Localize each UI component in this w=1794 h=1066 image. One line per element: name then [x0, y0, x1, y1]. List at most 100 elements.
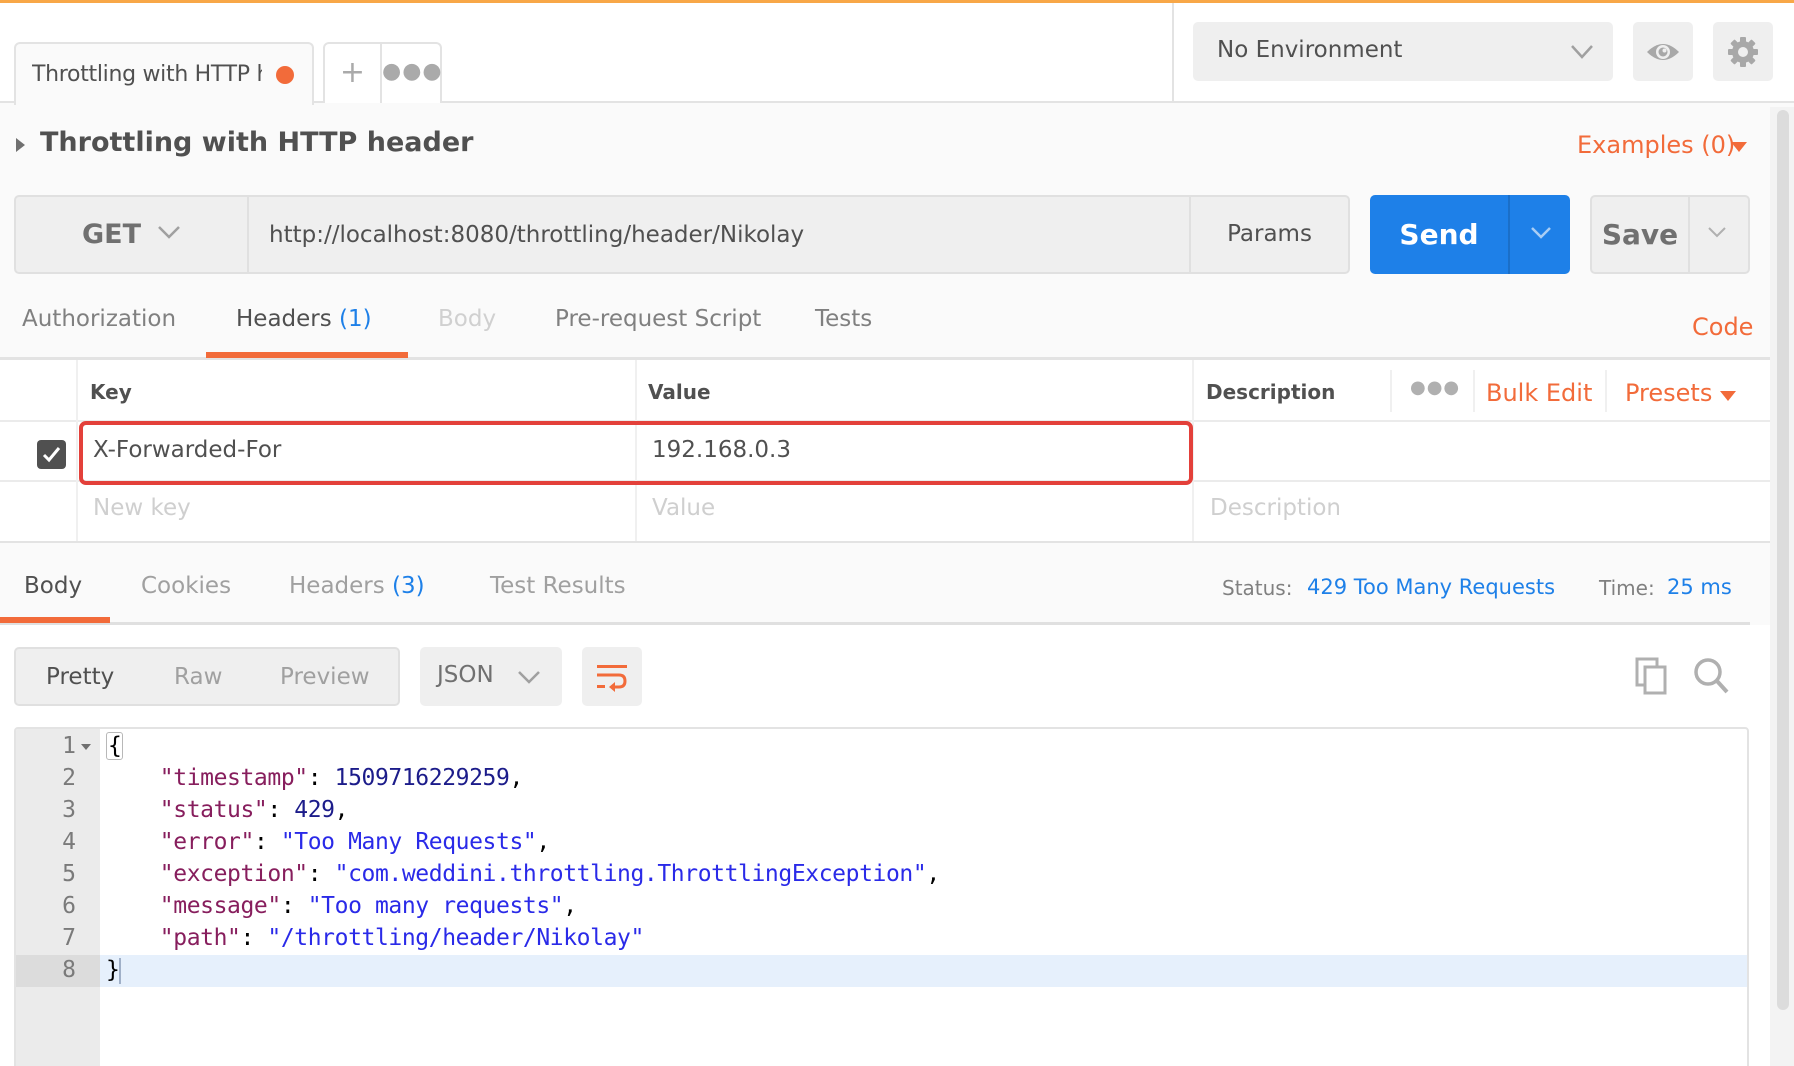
collapse-caret-icon[interactable] — [16, 138, 25, 152]
code-token-key: "timestamp" — [159, 765, 308, 791]
gear-icon — [1728, 37, 1758, 67]
method-select[interactable]: GET — [16, 197, 249, 272]
presets-dropdown[interactable]: Presets — [1625, 379, 1712, 407]
generate-code-link[interactable]: Code — [1692, 313, 1753, 341]
code-token-punct: : — [267, 797, 295, 823]
code-text: "message": "Too many requests", — [106, 893, 577, 919]
column-header-description: Description — [1206, 380, 1336, 404]
column-divider — [1390, 370, 1392, 412]
copy-icon[interactable] — [1634, 656, 1670, 696]
code-line[interactable]: 8} — [16, 955, 1747, 987]
environment-select[interactable]: No Environment — [1193, 22, 1613, 81]
code-line[interactable]: 6 "message": "Too many requests", — [16, 891, 1747, 923]
text-cursor — [119, 957, 122, 984]
time-value[interactable]: 25 ms — [1667, 575, 1732, 599]
line-number: 4 — [62, 829, 76, 855]
code-line[interactable]: 5 "exception": "com.weddini.throttling.T… — [16, 859, 1747, 891]
view-mode-pretty[interactable]: Pretty — [46, 664, 114, 690]
code-token-punct: : — [253, 829, 281, 855]
line-number: 7 — [62, 925, 76, 951]
tab-headers-count: (1) — [339, 306, 372, 332]
new-description-input[interactable]: Description — [1210, 495, 1341, 521]
chevron-down-icon — [518, 671, 540, 684]
code-line[interactable]: 1{ — [16, 731, 1747, 763]
code-token-key: "status" — [159, 797, 268, 823]
tab-tests[interactable]: Tests — [815, 306, 872, 332]
column-divider — [1473, 370, 1475, 412]
settings-button[interactable] — [1713, 22, 1773, 81]
code-token-key: "error" — [159, 829, 255, 855]
active-tab-indicator — [206, 352, 408, 358]
wrap-lines-button[interactable] — [582, 647, 642, 706]
code-token-str: "Too Many Requests" — [280, 829, 537, 855]
line-number: 6 — [62, 893, 76, 919]
column-divider — [1605, 370, 1607, 412]
code-line[interactable]: 4 "error": "Too Many Requests", — [16, 827, 1747, 859]
request-name[interactable]: Throttling with HTTP header — [40, 127, 473, 158]
code-token-key: "path" — [159, 925, 241, 951]
code-text: "exception": "com.weddini.throttling.Thr… — [106, 861, 940, 887]
code-token-punct: : — [240, 925, 268, 951]
new-value-input[interactable]: Value — [652, 495, 715, 521]
code-line[interactable]: 2 "timestamp": 1509716229259, — [16, 763, 1747, 795]
response-body-editor[interactable]: 1{2 "timestamp": 1509716229259, 3 "status… — [14, 727, 1749, 1066]
request-url-bar: GET Params — [14, 195, 1350, 274]
tab-pre-request-script[interactable]: Pre-request Script — [555, 306, 761, 332]
url-input[interactable] — [249, 197, 1189, 272]
code-text: } — [106, 957, 122, 984]
code-token-punct: : — [307, 861, 335, 887]
save-button-group: Save — [1590, 195, 1750, 274]
bulk-edit-link[interactable]: Bulk Edit — [1486, 379, 1592, 407]
tab-options-button[interactable]: ●●● — [382, 44, 442, 103]
tab-body[interactable]: Body — [438, 306, 496, 332]
header-enabled-checkbox[interactable] — [37, 440, 66, 469]
tab-headers-label: Headers — [236, 306, 332, 332]
environment-quick-look-button[interactable] — [1633, 22, 1693, 81]
headers-table-bottom-border — [0, 541, 1770, 543]
fold-caret-icon[interactable] — [81, 744, 91, 750]
response-tab-body[interactable]: Body — [24, 573, 82, 599]
request-tab-active[interactable]: Throttling with HTTP header — [14, 42, 314, 105]
chevron-down-icon — [158, 226, 180, 239]
code-token-punct: , — [509, 765, 523, 791]
new-tab-button[interactable]: + — [325, 44, 382, 103]
line-number-cell: 5 — [16, 859, 100, 891]
time-label: Time: — [1599, 576, 1655, 600]
tab-headers[interactable]: Headers (1) — [236, 306, 372, 332]
status-value[interactable]: 429 Too Many Requests — [1307, 575, 1555, 599]
response-tab-headers-label: Headers — [289, 573, 385, 599]
code-token-key: "message" — [159, 893, 281, 919]
code-line[interactable]: 7 "path": "/throttling/header/Nikolay" — [16, 923, 1747, 955]
eye-icon — [1647, 44, 1679, 60]
table-options-ellipsis-icon[interactable]: ●●● — [1410, 377, 1460, 398]
code-token-str: "Too many requests" — [307, 893, 564, 919]
tab-authorization[interactable]: Authorization — [22, 306, 176, 332]
response-tab-headers[interactable]: Headers (3) — [289, 573, 425, 599]
chevron-down-icon — [1571, 45, 1593, 59]
send-button[interactable]: Send — [1370, 195, 1508, 274]
code-token-punct — [106, 829, 160, 855]
new-key-input[interactable]: New key — [93, 495, 191, 521]
code-line[interactable]: 3 "status": 429, — [16, 795, 1747, 827]
send-options-chevron-icon[interactable] — [1528, 219, 1554, 245]
response-tab-test-results[interactable]: Test Results — [490, 573, 626, 599]
column-header-key: Key — [90, 380, 132, 404]
ellipsis-icon: ●●● — [382, 59, 443, 84]
code-text: "timestamp": 1509716229259, — [106, 765, 524, 791]
main-scrollbar-thumb[interactable] — [1777, 110, 1789, 1010]
params-button[interactable]: Params — [1189, 197, 1348, 272]
response-tab-cookies[interactable]: Cookies — [141, 573, 231, 599]
save-options-chevron-icon[interactable] — [1706, 221, 1728, 243]
code-token-punct — [106, 893, 160, 919]
examples-dropdown[interactable]: Examples (0) — [1577, 131, 1735, 159]
search-icon[interactable] — [1692, 656, 1730, 696]
code-token-punct — [106, 797, 160, 823]
header-description-cell[interactable] — [1208, 437, 1748, 467]
view-mode-raw[interactable]: Raw — [174, 664, 222, 690]
code-token-brace: { — [106, 732, 124, 760]
format-select[interactable]: JSON — [420, 647, 562, 706]
view-mode-preview[interactable]: Preview — [280, 664, 370, 690]
checkmark-icon — [42, 447, 61, 463]
line-number-cell: 7 — [16, 923, 100, 955]
save-button[interactable]: Save — [1592, 197, 1688, 272]
